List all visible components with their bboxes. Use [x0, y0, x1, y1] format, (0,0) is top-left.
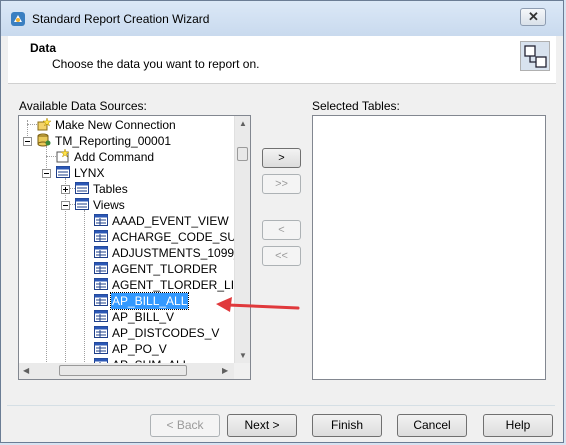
tree-item-label: ADJUSTMENTS_1099_V [112, 246, 234, 260]
tree-item-label: Add Command [74, 150, 155, 164]
tree-content: Make New Connection TM_Reporting_00001 Add… [19, 116, 234, 363]
new-connection-icon [37, 117, 52, 131]
tree-horizontal-scrollbar[interactable]: ◀ ▶ [19, 363, 234, 379]
database-connection-icon [37, 133, 51, 147]
close-icon: ✕ [528, 9, 539, 24]
scroll-up-icon[interactable]: ▲ [239, 119, 247, 128]
tree-item-label: Make New Connection [55, 118, 176, 132]
view-icon [94, 245, 108, 259]
data-link-icon [520, 41, 550, 71]
finish-button[interactable]: Finish [312, 414, 382, 437]
folder-icon [75, 181, 89, 195]
view-icon [94, 341, 108, 355]
view-icon [94, 229, 108, 243]
wizard-header: Data Choose the data you want to report … [8, 36, 556, 84]
title-bar: Standard Report Creation Wizard ✕ [1, 1, 563, 36]
tree-item-label: AP_PO_V [112, 342, 167, 356]
collapse-icon[interactable] [61, 201, 70, 210]
window-title: Standard Report Creation Wizard [32, 12, 210, 26]
page-title: Data [30, 41, 57, 55]
schema-icon [56, 165, 70, 179]
view-icon [94, 213, 108, 227]
tree-item-label: AP_BILL_ALL [109, 292, 190, 310]
next-button[interactable]: Next > [227, 414, 297, 437]
collapse-icon[interactable] [42, 169, 51, 178]
tree-item-label: AAAD_EVENT_VIEW [112, 214, 229, 228]
tree-vscroll-thumb[interactable] [237, 147, 248, 161]
tree-item-label: AGENT_TLORDER_LIMI [112, 278, 234, 292]
tree-hscroll-thumb[interactable] [59, 365, 187, 376]
remove-all-button[interactable]: << [262, 246, 301, 266]
view-icon [94, 309, 108, 323]
scroll-down-icon[interactable]: ▼ [239, 351, 247, 360]
page-subtitle: Choose the data you want to report on. [52, 57, 260, 71]
selected-tables-label: Selected Tables: [312, 99, 400, 113]
remove-button[interactable]: < [262, 220, 301, 240]
footer-separator [7, 405, 555, 406]
tree-item-label: Tables [93, 182, 128, 196]
tree-item-label: AP_BILL_V [112, 310, 175, 324]
add-all-button[interactable]: >> [262, 174, 301, 194]
view-icon [94, 277, 108, 291]
tree-item-label: ACHARGE_CODE_SUBS [112, 230, 234, 244]
data-sources-tree[interactable]: Make New Connection TM_Reporting_00001 Add… [18, 115, 251, 380]
close-button[interactable]: ✕ [520, 8, 546, 26]
cancel-button[interactable]: Cancel [397, 414, 467, 437]
folder-icon [75, 197, 89, 211]
add-button[interactable]: > [262, 148, 301, 168]
expand-icon[interactable] [61, 185, 70, 194]
tree-vertical-scrollbar[interactable]: ▲ ▼ [234, 116, 250, 363]
view-icon [94, 261, 108, 275]
annotation-arrow-icon [216, 297, 300, 312]
tree-item-label: AP_DISTCODES_V [112, 326, 220, 340]
add-command-icon [56, 148, 70, 163]
scroll-left-icon[interactable]: ◀ [23, 366, 29, 375]
back-button[interactable]: < Back [150, 414, 220, 437]
available-data-sources-label: Available Data Sources: [19, 99, 147, 113]
tree-item-label: TM_Reporting_00001 [55, 134, 172, 148]
tree-item-label: AGENT_TLORDER [112, 262, 218, 276]
tree-item-label: LYNX [74, 166, 105, 180]
tree-item-label: Views [93, 198, 125, 212]
collapse-icon[interactable] [23, 137, 32, 146]
selected-tables-list[interactable] [312, 115, 546, 380]
crystal-reports-icon [11, 12, 25, 26]
scroll-corner [234, 363, 250, 379]
view-icon [94, 293, 108, 307]
scroll-right-icon[interactable]: ▶ [222, 366, 228, 375]
view-icon [94, 325, 108, 339]
help-button[interactable]: Help [483, 414, 553, 437]
